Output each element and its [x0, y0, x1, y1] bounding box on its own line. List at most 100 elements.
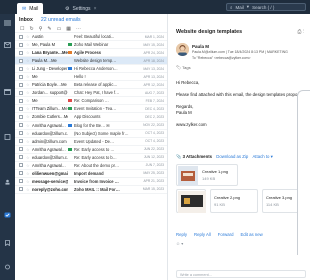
mail-icon[interactable] — [4, 42, 11, 48]
star-icon[interactable]: ☆ — [26, 106, 30, 111]
table-row[interactable]: ☆ Austin Feel: Beautiful locati... MAR 1, 2… — [15, 33, 167, 42]
side-panel-edge[interactable] — [297, 90, 310, 255]
star-icon[interactable]: ☆ — [26, 139, 30, 144]
row-checkbox[interactable] — [19, 147, 23, 152]
select-all-checkbox[interactable]: ☐ — [20, 26, 24, 32]
row-checkbox[interactable] — [19, 123, 23, 128]
row-checkbox[interactable] — [19, 82, 23, 87]
table-row[interactable]: ☆olilienwuen@gmail… Import demand MAY 25, … — [15, 170, 167, 178]
star-icon[interactable]: ☆ — [26, 98, 30, 103]
star-icon[interactable]: ☆ — [26, 42, 30, 47]
table-row[interactable]: ☆ admin@zillum.com Event Updated - De… OCT … — [15, 138, 167, 146]
calendar-icon[interactable]: ▦ — [66, 26, 71, 32]
menu-icon[interactable] — [4, 20, 11, 26]
close-tab-icon[interactable]: × — [94, 6, 97, 12]
settings-icon[interactable] — [4, 264, 11, 270]
star-icon[interactable]: ☆ — [26, 123, 30, 128]
star-icon[interactable]: ☆ — [26, 58, 30, 63]
tab-settings[interactable]: ⚙ Settings × — [60, 3, 101, 14]
contacts-icon[interactable] — [4, 179, 11, 185]
star-icon[interactable]: ☆ — [26, 155, 30, 160]
download-zip-link[interactable]: Download as Zip — [216, 154, 248, 159]
table-row[interactable]: ☆ Amritha Agrawal… Blog for the Be… ✉ NOV 2… — [15, 122, 167, 130]
search-input[interactable]: Search ( / ) — [252, 5, 274, 10]
archive-icon[interactable]: ▭ — [57, 26, 62, 32]
row-checkbox[interactable] — [19, 114, 23, 119]
row-checkbox[interactable] — [19, 42, 23, 47]
table-row[interactable]: ☆ noreply@zoho.com Zoho MAIL :: Mail For… M… — [15, 186, 167, 194]
attach-to-dropdown[interactable]: Attach to ▾ — [252, 154, 272, 159]
star-icon[interactable]: ☆ — [26, 114, 30, 119]
row-checkbox[interactable] — [19, 98, 23, 103]
reply-button[interactable]: Reply — [176, 232, 187, 237]
star-icon[interactable]: ☆ — [26, 74, 30, 79]
sender-name[interactable]: Paula M — [192, 44, 209, 49]
star-icon[interactable]: ☆ — [26, 66, 30, 71]
bookmarks-icon[interactable] — [4, 240, 11, 246]
star-icon[interactable]: ☆ — [26, 82, 30, 87]
tasks-icon[interactable] — [4, 212, 11, 218]
row-checkbox[interactable] — [19, 163, 23, 168]
star-icon[interactable]: ☆ — [26, 171, 30, 176]
row-checkbox[interactable] — [19, 155, 23, 160]
table-row[interactable]: ☆ Amritha Agrawal… Re: Early access to … JU… — [15, 146, 167, 154]
reply-all-button[interactable]: Reply All — [194, 232, 211, 237]
star-icon[interactable]: ☆ — [26, 147, 30, 152]
more-options-icon[interactable]: ⋮ — [303, 29, 304, 35]
table-row[interactable]: ☆ Paula M…Me Website design temp… APR 18, 2… — [15, 57, 167, 66]
table-row[interactable]: ☆ Jordan… support@… Chat: Hey Pat, I have … — [15, 89, 167, 98]
attachment-card[interactable]: Creative 1.png 149 KB — [176, 164, 238, 186]
table-row[interactable]: ☆ eduardov@zillum.c… Re: Early access to b… — [15, 154, 167, 162]
refresh-icon[interactable]: ↻ — [29, 26, 33, 32]
star-icon[interactable]: ☆ — [26, 179, 30, 184]
row-checkbox[interactable] — [19, 187, 23, 192]
body-link[interactable]: www.zylker.com — [176, 122, 308, 128]
table-row[interactable]: ☆ Me Re: Comparison … FEB 7, 2024 — [15, 97, 167, 106]
table-row[interactable]: ☆ Me Hello ! APR 13, 2024 — [15, 73, 167, 82]
filter-icon[interactable]: ⚲ — [39, 26, 43, 32]
table-row[interactable]: ☆ ITTeam Zillum…Me Event Invitation - Tea…… — [15, 105, 167, 114]
calendar-icon[interactable] — [4, 89, 11, 95]
star-icon[interactable]: ☆ — [26, 34, 30, 39]
table-row[interactable]: ☆ Amritha Agrawal… Re: About the demo pr… J… — [15, 162, 167, 170]
emoji-icon[interactable]: ☺ — [176, 241, 180, 246]
row-checkbox[interactable] — [19, 74, 23, 79]
star-icon[interactable]: ☆ — [26, 187, 30, 192]
row-checkbox[interactable] — [19, 50, 23, 55]
row-checkbox[interactable] — [19, 171, 23, 176]
table-row[interactable]: ☆ Li Jung - Developer Hi Rebecca Anderson…… — [15, 65, 167, 74]
print-icon[interactable]: ⎙ — [297, 29, 301, 35]
row-checkbox[interactable] — [19, 131, 23, 136]
unread-count-link[interactable]: 22 unread emails — [41, 17, 81, 23]
edit-as-new-button[interactable]: Edit as new — [240, 232, 262, 237]
row-checkbox[interactable] — [19, 34, 23, 39]
table-row[interactable]: ☆ Zombie Cutlers…Me App Discounts DEC 2, 20… — [15, 113, 167, 122]
reactions-row[interactable]: ☺ ▾ — [176, 241, 183, 246]
attachment-card[interactable] — [176, 189, 206, 213]
star-icon[interactable]: ☆ — [26, 50, 30, 55]
more-icon[interactable]: ⋯ — [76, 26, 81, 32]
tags-row[interactable]: 🏷 Tags — [176, 65, 191, 70]
edit-icon[interactable]: ✎ — [47, 26, 51, 32]
row-checkbox[interactable] — [19, 139, 23, 144]
tab-mail[interactable]: ✉ Mail — [17, 3, 44, 14]
row-checkbox[interactable] — [19, 66, 23, 71]
attachment-card[interactable]: Creative 2.png 91 KB — [210, 189, 258, 213]
table-row[interactable]: ☆message-service@… Invoice from Invoice …… — [15, 178, 167, 186]
search-box[interactable]: ⌕ Mail ▾ Search ( / ) — [226, 3, 306, 11]
comment-input[interactable]: Write a comment... — [176, 270, 306, 278]
star-icon[interactable]: ☆ — [26, 90, 30, 95]
row-checkbox[interactable] — [19, 106, 23, 111]
row-checkbox[interactable] — [19, 58, 23, 63]
table-row[interactable]: ☆ eduardov@zillum.c… (No Subject) Some map… — [15, 130, 167, 138]
notes-icon[interactable] — [4, 134, 11, 140]
table-row[interactable]: ☆ Lana Bryante…Me Agile Process APR 24, 202… — [15, 49, 167, 58]
forward-button[interactable]: Forward — [218, 232, 234, 237]
table-row[interactable]: ☆ Me, Paula M Zoho Mail Webinar MAY 15, 202… — [15, 41, 167, 50]
row-checkbox[interactable] — [19, 90, 23, 95]
star-icon[interactable]: ☆ — [26, 163, 30, 168]
row-checkbox[interactable] — [19, 179, 23, 184]
table-row[interactable]: ☆ Patricia Boyle…Me Beta release of applic… — [15, 81, 167, 90]
star-icon[interactable]: ☆ — [26, 131, 30, 136]
search-scope[interactable]: Mail — [236, 5, 244, 10]
